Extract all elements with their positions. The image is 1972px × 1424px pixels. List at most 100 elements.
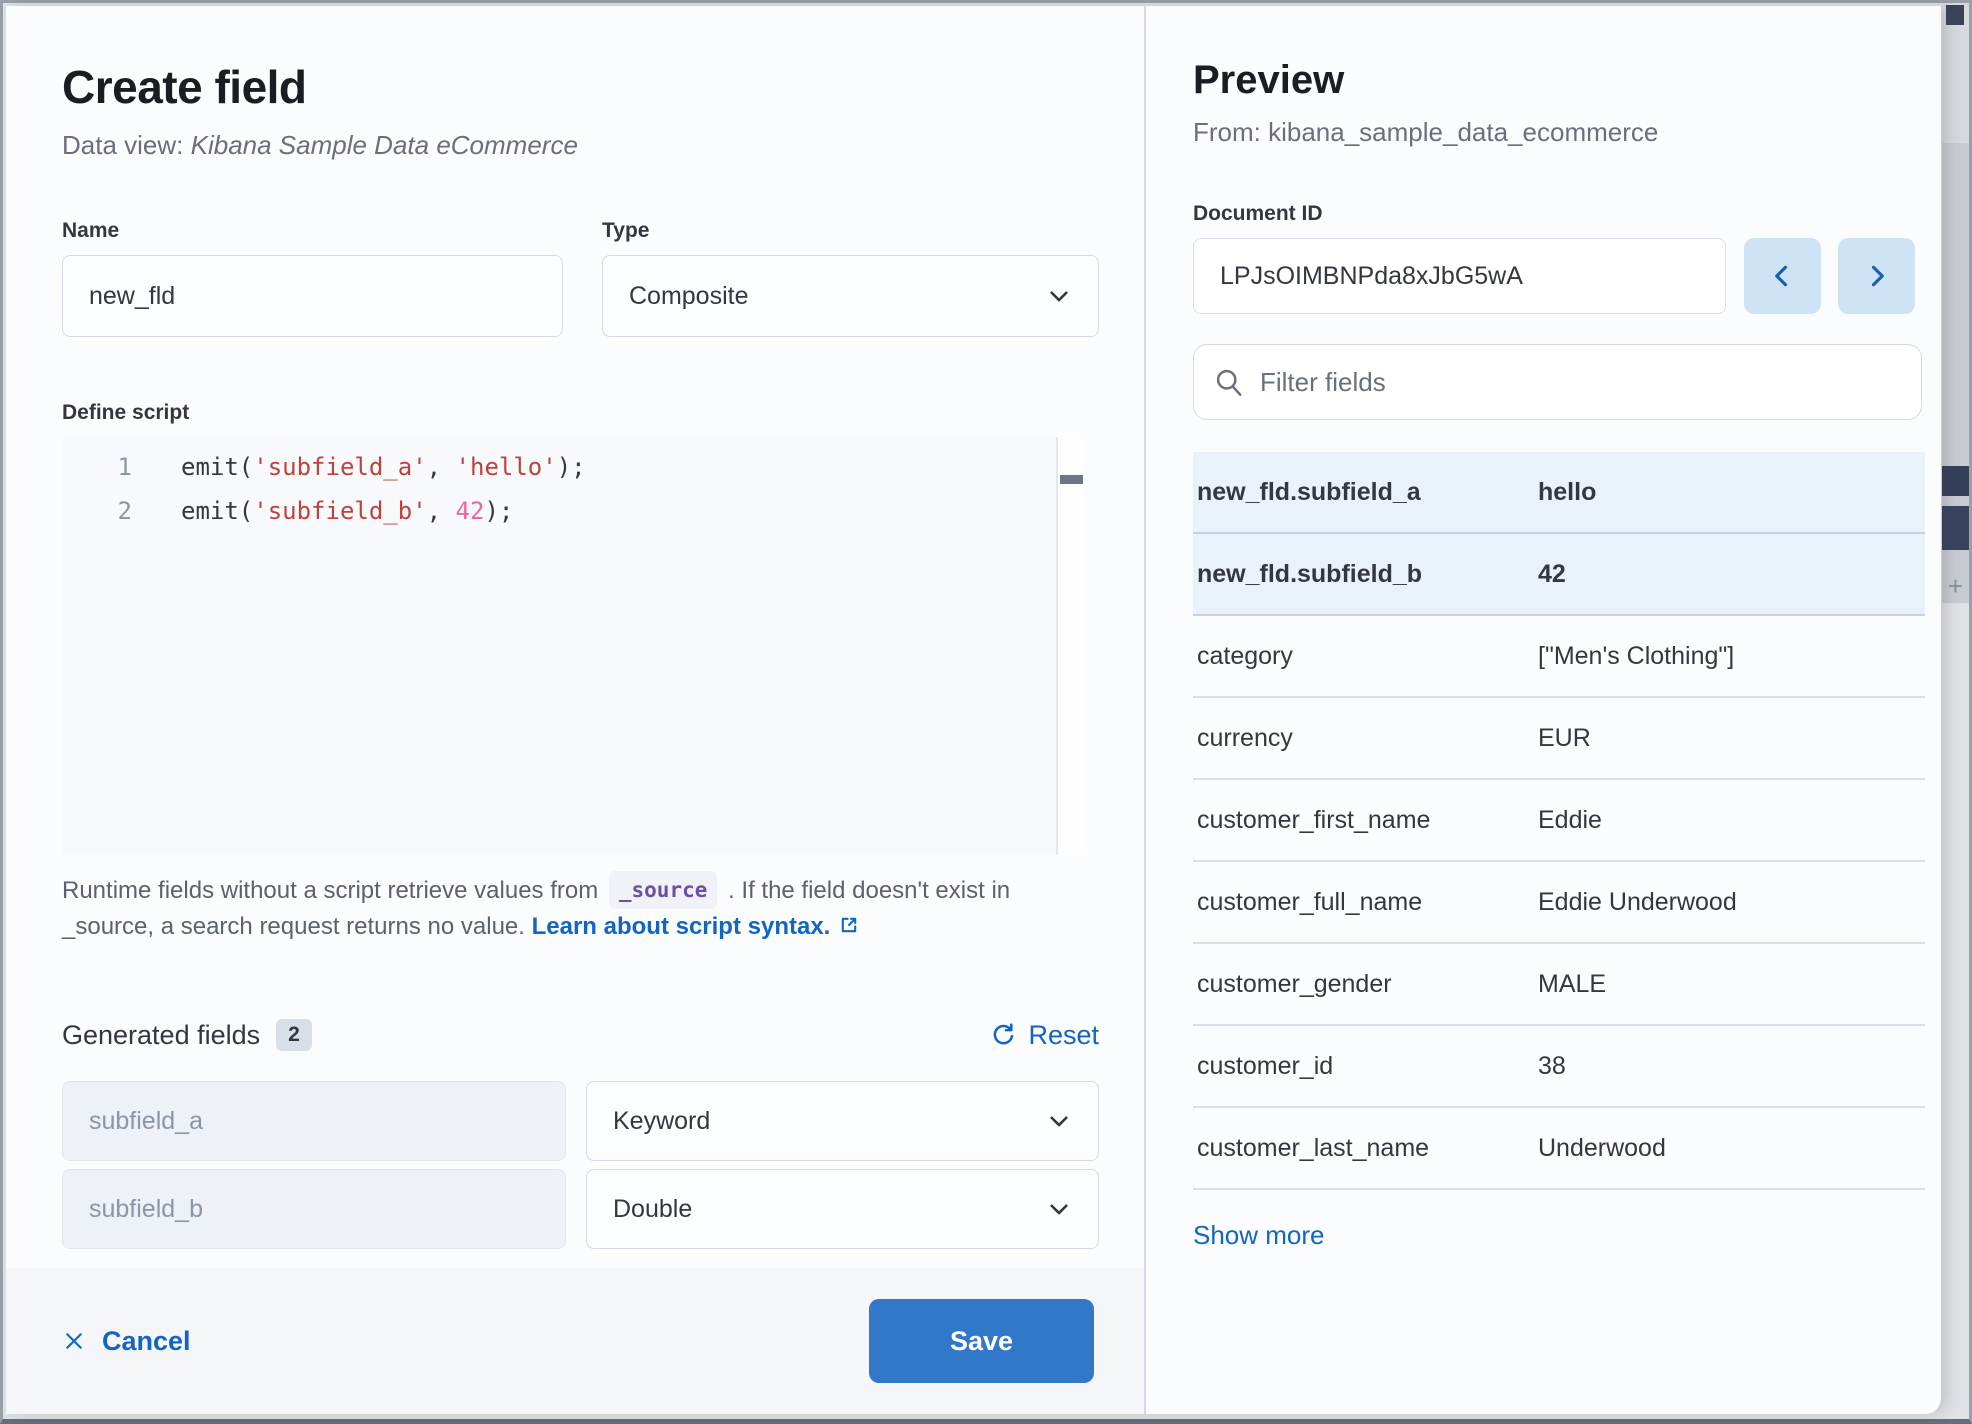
help-text-before: Runtime fields without a script retrieve… <box>62 877 605 904</box>
generated-fields-count-badge: 2 <box>276 1019 312 1051</box>
type-label: Type <box>602 219 1099 243</box>
generated-field-name-input: subfield_a <box>62 1081 566 1161</box>
field-key: customer_gender <box>1193 970 1538 999</box>
field-value: Eddie <box>1538 806 1602 835</box>
field-key: customer_first_name <box>1193 806 1538 835</box>
generated-fields-list: subfield_a Keyword subfield_b Double <box>62 1081 1099 1249</box>
external-link-icon <box>838 914 860 936</box>
name-type-row: Name Type Composite <box>62 219 1099 337</box>
preview-table-row[interactable]: customer_first_nameEddie <box>1193 780 1925 862</box>
preview-panel: Preview From: kibana_sample_data_ecommer… <box>1146 6 1941 1414</box>
filter-fields-box <box>1193 344 1922 420</box>
editor-scrollbar[interactable] <box>1056 437 1084 855</box>
create-field-flyout: Create field Data view: Kibana Sample Da… <box>6 6 1942 1414</box>
preview-title: Preview <box>1193 58 1915 103</box>
field-value: 38 <box>1538 1052 1566 1081</box>
name-label: Name <box>62 219 563 243</box>
preview-table-row[interactable]: customer_last_nameUnderwood <box>1193 1108 1925 1190</box>
preview-table-row[interactable]: new_fld.subfield_b42 <box>1193 534 1925 616</box>
generated-fields-title: Generated fields <box>62 1020 260 1051</box>
script-editor-lines: 1emit('subfield_a', 'hello');2emit('subf… <box>62 437 1084 533</box>
preview-table-row[interactable]: customer_genderMALE <box>1193 944 1925 1026</box>
data-view-label: Data view: <box>62 130 191 160</box>
chevron-down-icon <box>1046 1108 1072 1134</box>
field-value: Underwood <box>1538 1134 1666 1163</box>
chevron-left-icon <box>1768 262 1796 290</box>
filter-fields-input[interactable] <box>1260 367 1901 398</box>
line-number: 1 <box>62 445 132 489</box>
background-block <box>1942 466 1969 496</box>
cancel-label: Cancel <box>102 1326 191 1357</box>
field-key: new_fld.subfield_a <box>1193 478 1538 507</box>
name-input[interactable] <box>62 255 563 337</box>
background-plus-glyph: + <box>1942 571 1969 602</box>
code-text: emit('subfield_b', 42); <box>132 489 513 533</box>
field-value: Eddie Underwood <box>1538 888 1737 917</box>
background-band <box>1942 603 1969 1419</box>
code-token: , <box>427 453 456 481</box>
preview-table-row[interactable]: category["Men's Clothing"] <box>1193 616 1925 698</box>
code-token: emit( <box>181 497 253 525</box>
document-id-input[interactable] <box>1193 238 1726 314</box>
background-page-strip: + <box>1942 3 1969 1419</box>
code-token: emit( <box>181 453 253 481</box>
reset-label: Reset <box>1028 1020 1099 1051</box>
code-token: 'hello' <box>456 453 557 481</box>
preview-from-line: From: kibana_sample_data_ecommerce <box>1193 117 1915 148</box>
search-icon <box>1214 367 1244 397</box>
type-select-value: Composite <box>629 282 749 311</box>
preview-table-row[interactable]: customer_full_nameEddie Underwood <box>1193 862 1925 944</box>
background-text-fragment <box>1946 5 1964 25</box>
previous-document-button[interactable] <box>1744 238 1821 314</box>
cancel-button[interactable]: Cancel <box>62 1326 191 1357</box>
source-code-chip: _source <box>609 871 718 909</box>
field-key: category <box>1193 642 1538 671</box>
generated-field-type-select[interactable]: Keyword <box>586 1081 1099 1161</box>
generated-field-type-value: Keyword <box>613 1107 710 1136</box>
line-number: 2 <box>62 489 132 533</box>
preview-table-row[interactable]: customer_id38 <box>1193 1026 1925 1108</box>
type-select[interactable]: Composite <box>602 255 1099 337</box>
chevron-down-icon <box>1046 283 1072 309</box>
field-value: EUR <box>1538 724 1591 753</box>
create-field-panel: Create field Data view: Kibana Sample Da… <box>6 6 1144 1414</box>
field-key: customer_full_name <box>1193 888 1538 917</box>
field-value: MALE <box>1538 970 1606 999</box>
preview-table-row[interactable]: currencyEUR <box>1193 698 1925 780</box>
refresh-icon <box>989 1022 1016 1049</box>
show-more-link[interactable]: Show more <box>1193 1220 1325 1251</box>
code-text: emit('subfield_a', 'hello'); <box>132 445 586 489</box>
data-view-subtitle: Data view: Kibana Sample Data eCommerce <box>62 130 1099 161</box>
data-view-name: Kibana Sample Data eCommerce <box>191 130 578 160</box>
generated-field-row: subfield_a Keyword <box>62 1081 1099 1161</box>
field-value: hello <box>1538 478 1596 507</box>
learn-script-syntax-link[interactable]: Learn about script syntax. <box>532 913 831 940</box>
script-help-text: Runtime fields without a script retrieve… <box>62 871 1084 945</box>
code-token: 'subfield_a' <box>253 453 426 481</box>
chevron-right-icon <box>1863 262 1891 290</box>
generated-field-row: subfield_b Double <box>62 1169 1099 1249</box>
field-key: customer_id <box>1193 1052 1538 1081</box>
script-code-editor[interactable]: 1emit('subfield_a', 'hello');2emit('subf… <box>62 437 1084 855</box>
code-token: 'subfield_b' <box>253 497 426 525</box>
document-id-row <box>1193 238 1915 314</box>
field-key: currency <box>1193 724 1538 753</box>
code-line: 1emit('subfield_a', 'hello'); <box>62 445 1084 489</box>
save-button[interactable]: Save <box>869 1299 1094 1383</box>
generated-field-type-value: Double <box>613 1195 692 1224</box>
field-value: ["Men's Clothing"] <box>1538 642 1734 671</box>
generated-field-name-input: subfield_b <box>62 1169 566 1249</box>
editor-overview-marker <box>1060 475 1083 484</box>
code-token: ); <box>484 497 513 525</box>
chevron-down-icon <box>1046 1196 1072 1222</box>
document-id-label: Document ID <box>1193 202 1915 226</box>
reset-button[interactable]: Reset <box>989 1020 1099 1051</box>
next-document-button[interactable] <box>1838 238 1915 314</box>
code-token: ); <box>557 453 586 481</box>
preview-table-row[interactable]: new_fld.subfield_ahello <box>1193 452 1925 534</box>
generated-field-type-select[interactable]: Double <box>586 1169 1099 1249</box>
define-script-label: Define script <box>62 401 1099 425</box>
field-key: customer_last_name <box>1193 1134 1538 1163</box>
preview-fields-table: new_fld.subfield_ahellonew_fld.subfield_… <box>1193 452 1925 1190</box>
generated-fields-header: Generated fields 2 Reset <box>62 1019 1099 1051</box>
